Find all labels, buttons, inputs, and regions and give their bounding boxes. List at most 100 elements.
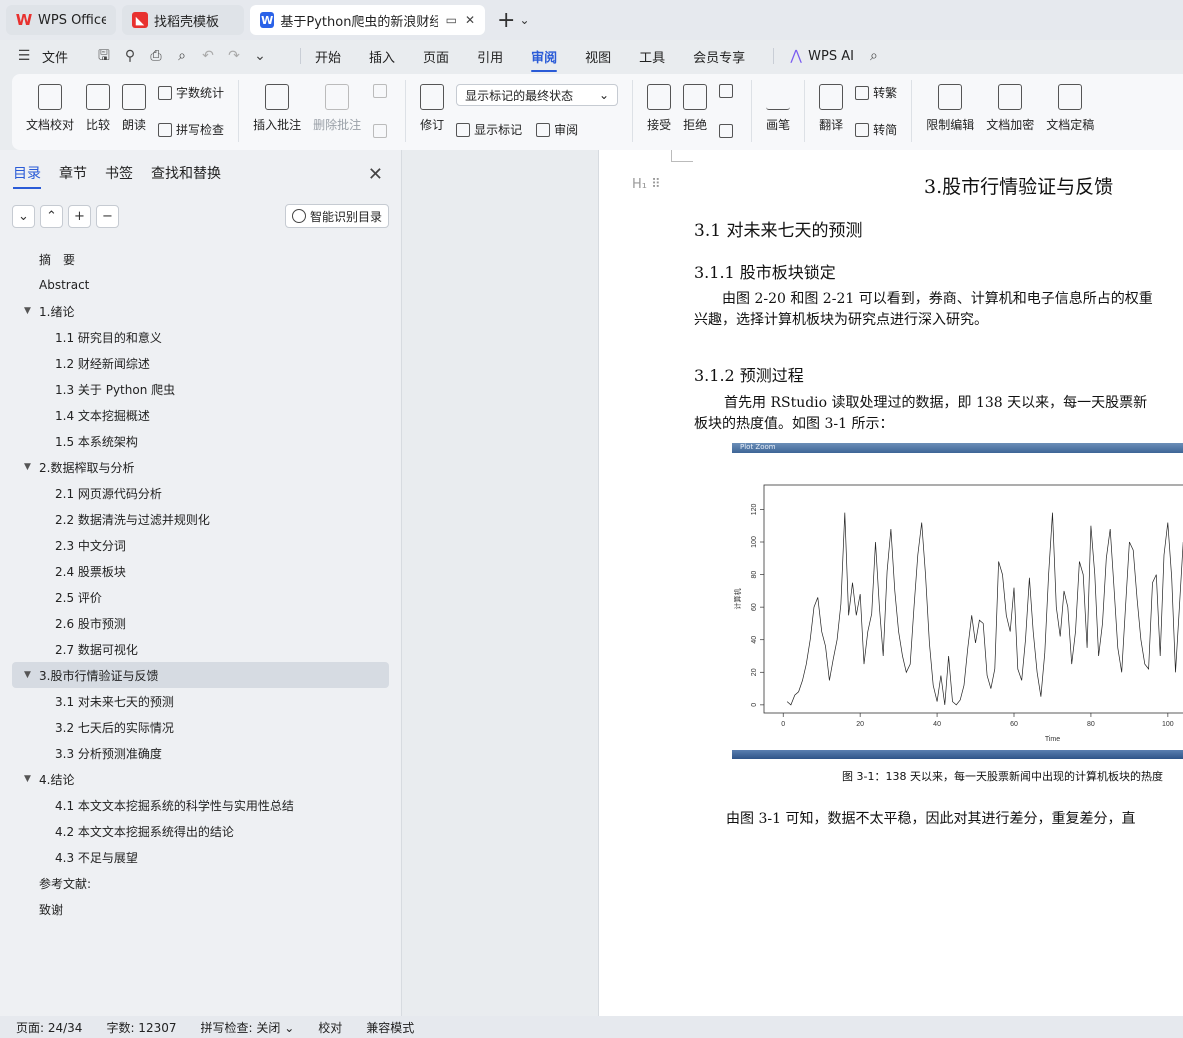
toc-item[interactable]: Abstract [12, 272, 389, 298]
minus-icon[interactable]: − [96, 204, 119, 228]
toc-item[interactable]: 1.4 文本挖掘概述 [12, 402, 389, 428]
section-heading-3-1-2[interactable]: 3.1.2 预测过程 [694, 362, 804, 386]
section-heading-3-1-1[interactable]: 3.1.1 股市板块锁定 [694, 259, 836, 283]
encrypt-button[interactable]: 文档加密 [986, 80, 1034, 133]
menu-home[interactable]: 开始 [315, 47, 341, 66]
figure-3-1[interactable]: Plot Zoom 0 20 40 60 80 100 120 0 20 40 60 80 100 Tim… [732, 443, 1183, 759]
nav-tab-find-replace[interactable]: 查找和替换 [151, 163, 221, 183]
tab-document[interactable]: W 基于Python爬虫的新浪财经股 ▭ ✕ [250, 5, 485, 35]
spell-check-indicator[interactable]: 拼写检查: 关闭 ⌄ [201, 1019, 295, 1036]
toc-item[interactable]: 1.2 财经新闻综述 [12, 350, 389, 376]
toc-item[interactable]: 1.1 研究目的和意义 [12, 324, 389, 350]
toc-item[interactable]: ▼ 1.绪论 [12, 298, 389, 324]
toc-item[interactable]: 4.2 本文文本挖掘系统得出的结论 [12, 818, 389, 844]
accept-button[interactable]: 接受 [647, 80, 671, 133]
previous-change-icon[interactable] [719, 84, 734, 98]
translate-button[interactable]: 翻译 [819, 80, 843, 133]
tab-wps-home[interactable]: W WPS Office [6, 5, 116, 35]
toc-item[interactable]: 参考文献: [12, 870, 389, 896]
review-pane-button[interactable]: 审阅 [554, 121, 578, 138]
menu-member[interactable]: 会员专享 [693, 47, 745, 66]
next-comment-icon[interactable] [373, 124, 388, 138]
redo-icon[interactable]: ↷ [226, 48, 242, 64]
new-tab-button[interactable]: + [497, 8, 515, 33]
toc-item[interactable]: 1.3 关于 Python 爬虫 [12, 376, 389, 402]
close-icon[interactable]: ✕ [465, 13, 475, 27]
menu-insert[interactable]: 插入 [369, 47, 395, 66]
heading-drag-handle-icon[interactable]: H₁ ⠿ [632, 177, 661, 192]
print-icon[interactable]: ⎙ [148, 48, 164, 64]
word-count-indicator[interactable]: 字数: 12307 [106, 1019, 176, 1036]
expand-triangle-icon[interactable]: ▼ [24, 670, 31, 680]
plus-icon[interactable]: + [68, 204, 91, 228]
toc-item[interactable]: ▼ 2.数据榨取与分析 [12, 454, 389, 480]
expand-triangle-icon[interactable]: ▼ [24, 462, 31, 472]
word-count-button[interactable]: 字数统计 [158, 84, 224, 101]
markup-state-select[interactable]: 显示标记的最终状态 ⌄ [456, 84, 619, 106]
save-icon[interactable]: 🖫 [96, 48, 112, 64]
toc-item[interactable]: 2.1 网页源代码分析 [12, 480, 389, 506]
close-icon[interactable]: ✕ [368, 164, 383, 185]
menu-page[interactable]: 页面 [423, 47, 449, 66]
toc-item[interactable]: ▼ 3.股市行情验证与反馈 [12, 662, 389, 688]
toc-item[interactable]: 2.6 股市预测 [12, 610, 389, 636]
smart-toc-button[interactable]: 智能识别目录 [284, 204, 389, 228]
search-icon[interactable]: ⌕ [866, 48, 882, 64]
menu-references[interactable]: 引用 [477, 47, 503, 66]
paragraph-3[interactable]: 由图 3-1 可知，数据不太平稳，因此对其进行差分，重复差分，直 [694, 809, 1183, 830]
insert-comment-button[interactable]: 插入批注 [253, 80, 301, 133]
toc-item[interactable]: 2.4 股票板块 [12, 558, 389, 584]
menu-tools[interactable]: 工具 [639, 47, 665, 66]
page-indicator[interactable]: 页面: 24/34 [16, 1019, 82, 1036]
toc-item[interactable]: 3.1 对未来七天的预测 [12, 688, 389, 714]
toc-item[interactable]: 2.2 数据清洗与过滤并规则化 [12, 506, 389, 532]
chevron-down-icon[interactable]: ⌄ [519, 13, 529, 27]
toc-item[interactable]: 2.3 中文分词 [12, 532, 389, 558]
paragraph-1-line-2[interactable]: 兴趣，选择计算机板块为研究点进行深入研究。 [694, 310, 1183, 331]
chevron-down-icon[interactable]: ⌄ [12, 204, 35, 228]
finalize-button[interactable]: 文档定稿 [1046, 80, 1094, 133]
toc-item[interactable]: 3.2 七天后的实际情况 [12, 714, 389, 740]
doc-proof-button[interactable]: 文档校对 [26, 80, 74, 133]
print-preview-icon[interactable]: ⌕ [174, 48, 190, 64]
delete-comment-button[interactable]: 删除批注 [313, 80, 361, 133]
reject-button[interactable]: 拒绝 [683, 80, 707, 133]
to-simplified-button[interactable]: 转简 [855, 121, 897, 138]
chevron-down-icon[interactable]: ⌄ [252, 48, 268, 64]
toc-item[interactable]: 1.5 本系统架构 [12, 428, 389, 454]
to-traditional-button[interactable]: 转繁 [855, 84, 897, 101]
toc-item[interactable]: 4.1 本文文本挖掘系统的科学性与实用性总结 [12, 792, 389, 818]
toc-item[interactable]: 3.3 分析预测准确度 [12, 740, 389, 766]
screen-icon[interactable]: ▭ [446, 13, 457, 27]
nav-tab-bookmarks[interactable]: 书签 [105, 163, 133, 183]
expand-triangle-icon[interactable]: ▼ [24, 774, 31, 784]
toc-item[interactable]: 2.7 数据可视化 [12, 636, 389, 662]
undo-icon[interactable]: ↶ [200, 48, 216, 64]
proof-indicator[interactable]: 校对 [318, 1019, 342, 1036]
tab-templates[interactable]: ◣ 找稻壳模板 [122, 5, 244, 35]
compare-button[interactable]: 比较 [86, 80, 110, 133]
toc-item[interactable]: 2.5 评价 [12, 584, 389, 610]
paragraph-2-line-2[interactable]: 板块的热度值。如图 3-1 所示： [694, 414, 1183, 435]
chevron-up-icon[interactable]: ⌃ [40, 204, 63, 228]
toc-item[interactable]: 4.3 不足与展望 [12, 844, 389, 870]
toc-item[interactable]: ▼ 4.结论 [12, 766, 389, 792]
toc-item[interactable]: 致谢 [12, 896, 389, 922]
paragraph-1-line-1[interactable]: 由图 2-20 和图 2-21 可以看到，券商、计算机和电子信息所占的权重 [694, 289, 1183, 310]
paragraph-2-line-1[interactable]: 首先用 RStudio 读取处理过的数据，即 138 天以来，每一天股票新 [694, 393, 1183, 414]
link-icon[interactable]: ⚲ [122, 48, 138, 64]
menu-wps-ai[interactable]: WPS AI [808, 49, 854, 64]
ink-button[interactable]: 画笔 [766, 80, 790, 133]
track-changes-button[interactable]: 修订 [420, 80, 444, 133]
spell-check-button[interactable]: 拼写检查 [158, 121, 224, 138]
show-markup-button[interactable]: 显示标记 [474, 121, 522, 138]
read-aloud-button[interactable]: 朗读 [122, 80, 146, 133]
menu-review[interactable]: 审阅 [531, 47, 558, 72]
section-heading-3-1[interactable]: 3.1 对未来七天的预测 [694, 216, 862, 241]
toc-item[interactable]: 摘 要 [12, 246, 389, 272]
previous-comment-icon[interactable] [373, 84, 388, 98]
next-change-icon[interactable] [719, 124, 734, 138]
nav-tab-chapters[interactable]: 章节 [59, 163, 87, 183]
menu-view[interactable]: 视图 [585, 47, 611, 66]
nav-tab-toc[interactable]: 目录 [13, 163, 41, 189]
